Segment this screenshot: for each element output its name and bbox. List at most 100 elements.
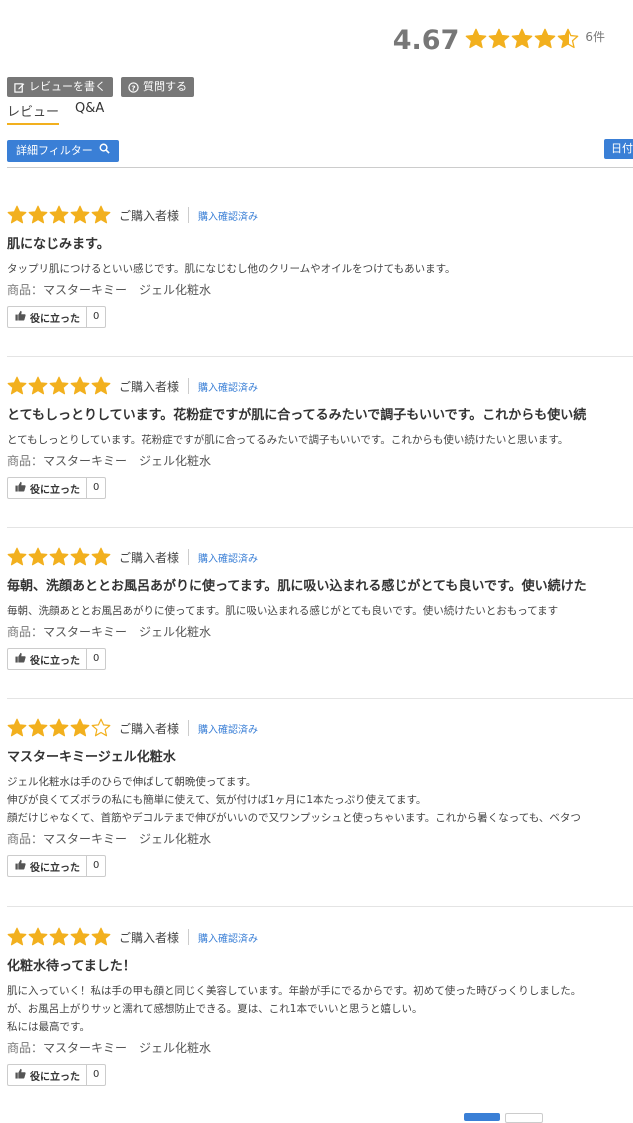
star-filled-icon <box>91 927 111 947</box>
product-name: マスターキミー ジェル化粧水 <box>43 283 212 297</box>
review-product: 商品：マスターキミー ジェル化粧水 <box>7 1038 633 1058</box>
sort-dropdown[interactable]: 日付 <box>604 139 633 159</box>
review-body-line: タップリ肌につけるといい感じです。肌になじむし他のクリームやオイルをつけてもあい… <box>7 263 456 275</box>
reviewer-name: ご購入者様 <box>119 721 180 736</box>
review-body-line: とてもしっとりしています。花粉症ですが肌に合ってるみたいで調子もいいです。これか… <box>7 434 569 446</box>
review-title: 化粧水待ってました！ <box>7 959 136 974</box>
star-filled-icon <box>7 927 27 947</box>
review-tabs: レビュー Q&A <box>7 101 104 125</box>
review-header: ご購入者様 購入確認済み <box>7 924 633 950</box>
review-body-line: ジェル化粧水は手のひらで伸ばして朝晩使ってます。 <box>7 776 257 788</box>
helpful-button[interactable]: 役に立った 0 <box>7 477 107 499</box>
review-body-line: 肌に入っていく！私は手の甲も顔と同じく美容しています。年齢が手にでるからです。初… <box>7 985 582 997</box>
helpful-button[interactable]: 役に立った 0 <box>7 648 107 670</box>
pagination-next[interactable] <box>505 1113 543 1123</box>
review-star-rating <box>7 376 111 396</box>
review-item: ご購入者様 購入確認済み化粧水待ってました！ 肌に入っていく！私は手の甲も顔と同じく… <box>7 924 633 1086</box>
divider <box>7 527 633 528</box>
ask-question-button[interactable]: ? 質問する <box>121 77 194 97</box>
review-header: ご購入者様 購入確認済み <box>7 544 633 570</box>
verified-purchase-badge: 購入確認済み <box>198 553 259 565</box>
thumbs-up-icon <box>15 1068 26 1082</box>
star-filled-icon <box>49 547 69 567</box>
helpful-label: 役に立った <box>30 655 80 667</box>
review-body: 肌に入っていく！私は手の甲も顔と同じく美容しています。年齢が手にでるからです。初… <box>7 982 633 1036</box>
helpful-label: 役に立った <box>30 862 80 874</box>
question-circle-icon: ? <box>128 81 139 93</box>
divider <box>7 698 633 699</box>
divider <box>7 356 633 357</box>
verified-purchase-badge: 購入確認済み <box>198 211 259 223</box>
divider <box>7 906 633 907</box>
thumbs-up-icon <box>15 859 26 873</box>
star-filled-icon <box>49 927 69 947</box>
star-filled-icon <box>70 376 90 396</box>
star-filled-icon <box>91 547 111 567</box>
detail-filter-button[interactable]: 詳細フィルター <box>7 140 119 162</box>
summary-star-rating <box>465 28 579 50</box>
product-name: マスターキミー ジェル化粧水 <box>43 832 212 846</box>
divider <box>188 378 190 394</box>
pagination-current[interactable] <box>464 1113 500 1121</box>
star-filled-icon <box>28 205 48 225</box>
review-product: 商品：マスターキミー ジェル化粧水 <box>7 280 633 300</box>
write-review-button[interactable]: レビューを書く <box>7 77 113 97</box>
product-name: マスターキミー ジェル化粧水 <box>43 454 212 468</box>
helpful-button[interactable]: 役に立った 0 <box>7 306 107 328</box>
star-filled-icon <box>7 547 27 567</box>
review-body-line: が、お風呂上がりサッと濡れて感想防止できる。夏は、これ1本でいいと思うと嬉しい。 <box>7 1003 423 1015</box>
star-filled-icon <box>7 376 27 396</box>
product-label: 商品： <box>7 454 44 468</box>
review-body: 毎朝、洗顔あととお風呂あがりに使ってます。肌に吸い込まれる感じがとても良いです。… <box>7 602 633 620</box>
helpful-count: 0 <box>86 856 105 876</box>
review-body: とてもしっとりしています。花粉症ですが肌に合ってるみたいで調子もいいです。これか… <box>7 431 633 449</box>
review-item: ご購入者様 購入確認済みマスターキミージェル化粧水ジェル化粧水は手のひらで伸ばして… <box>7 715 633 877</box>
star-filled-icon <box>70 205 90 225</box>
star-empty-icon <box>91 718 111 738</box>
review-item: ご購入者様 購入確認済み毎朝、洗顔あととお風呂あがりに使ってます。肌に吸い込まれる… <box>7 544 633 670</box>
star-filled-icon <box>49 718 69 738</box>
divider <box>188 207 190 223</box>
write-review-label: レビューを書く <box>29 80 106 93</box>
tab-qa[interactable]: Q&A <box>75 101 104 125</box>
star-filled-icon <box>28 376 48 396</box>
reviewer-name: ご購入者様 <box>119 930 180 945</box>
star-filled-icon <box>28 547 48 567</box>
helpful-label: 役に立った <box>30 313 80 325</box>
ask-question-label: 質問する <box>143 80 187 93</box>
star-filled-icon <box>49 376 69 396</box>
review-header: ご購入者様 購入確認済み <box>7 373 633 399</box>
review-star-rating <box>7 718 111 738</box>
helpful-button[interactable]: 役に立った 0 <box>7 1064 107 1086</box>
review-header: ご購入者様 購入確認済み <box>7 202 633 228</box>
helpful-count: 0 <box>86 649 105 669</box>
review-title: マスターキミージェル化粧水 <box>7 750 176 765</box>
review-product: 商品：マスターキミー ジェル化粧水 <box>7 622 633 642</box>
star-filled-icon <box>70 927 90 947</box>
helpful-label: 役に立った <box>30 1071 80 1083</box>
star-filled-icon <box>91 376 111 396</box>
review-body: ジェル化粧水は手のひらで伸ばして朝晩使ってます。伸びが良くてズボラの私にも簡単に… <box>7 773 633 827</box>
product-name: マスターキミー ジェル化粧水 <box>43 625 212 639</box>
review-header: ご購入者様 購入確認済み <box>7 715 633 741</box>
review-star-rating <box>7 927 111 947</box>
helpful-button[interactable]: 役に立った 0 <box>7 855 107 877</box>
divider <box>188 929 190 945</box>
review-item: ご購入者様 購入確認済みとてもしっとりしています。花粉症ですが肌に合ってるみたいで… <box>7 373 633 499</box>
star-filled-icon <box>70 718 90 738</box>
product-label: 商品： <box>7 832 44 846</box>
review-star-rating <box>7 547 111 567</box>
review-product: 商品：マスターキミー ジェル化粧水 <box>7 829 633 849</box>
verified-purchase-badge: 購入確認済み <box>198 933 259 945</box>
search-icon <box>99 140 110 162</box>
review-body-line: 伸びが良くてズボラの私にも簡単に使えて、気が付けば1ヶ月に1本たっぷり使えてます… <box>7 794 427 806</box>
reviewer-name: ご購入者様 <box>119 379 180 394</box>
product-name: マスターキミー ジェル化粧水 <box>43 1041 212 1055</box>
tab-reviews[interactable]: レビュー <box>7 101 60 125</box>
star-filled-icon <box>70 547 90 567</box>
review-actions: レビューを書く ? 質問する <box>7 77 194 97</box>
thumbs-up-icon <box>15 481 26 495</box>
sort-label: 日付 <box>611 142 633 155</box>
edit-icon <box>14 82 25 93</box>
helpful-count: 0 <box>86 478 105 498</box>
